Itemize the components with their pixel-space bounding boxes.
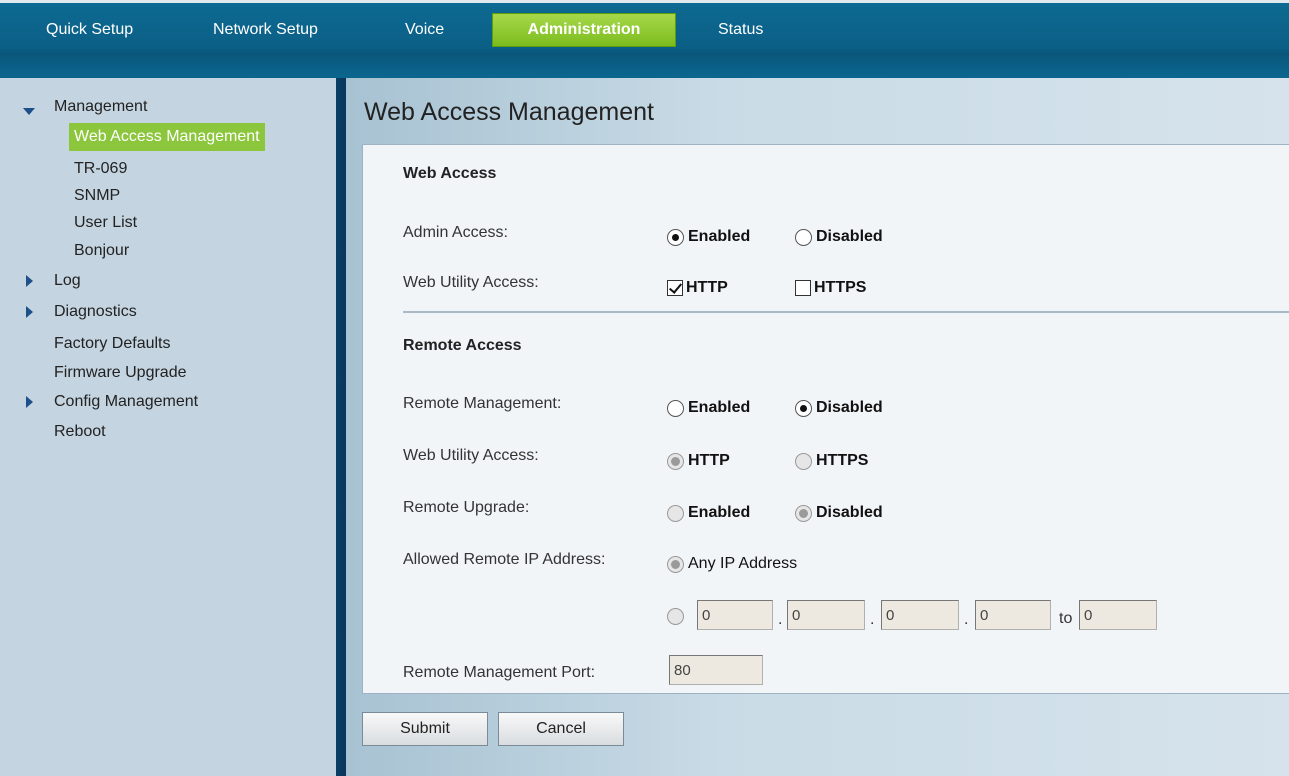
- ip-dot: .: [778, 611, 783, 628]
- radio-disabled-icon[interactable]: [667, 608, 684, 625]
- ip-octet-1-input[interactable]: [697, 600, 773, 630]
- radio-label: Disabled: [816, 228, 883, 245]
- remote-upgrade-label: Remote Upgrade:: [403, 499, 530, 516]
- section-title-web-access: Web Access: [403, 165, 497, 182]
- sidebar-item-bonjour[interactable]: Bonjour: [74, 240, 129, 262]
- sidebar-item-diagnostics[interactable]: Diagnostics: [54, 301, 137, 323]
- main-content: Web Access Management Web Access Admin A…: [346, 78, 1289, 776]
- remote-web-utility-access-label: Web Utility Access:: [403, 447, 539, 464]
- ip-octet-4-input[interactable]: [975, 600, 1051, 630]
- sidebar-item-snmp[interactable]: SNMP: [74, 185, 120, 207]
- remote-management-port-label: Remote Management Port:: [403, 664, 596, 681]
- any-ip-address-radio[interactable]: Any IP Address: [667, 555, 797, 573]
- ip-dot: .: [870, 611, 875, 628]
- allowed-remote-ip-label: Allowed Remote IP Address:: [403, 551, 606, 568]
- remote-upgrade-enabled-radio[interactable]: Enabled: [667, 504, 750, 522]
- nav-administration[interactable]: Administration: [492, 13, 676, 47]
- collapsed-arrow-icon[interactable]: [26, 306, 33, 318]
- expanded-arrow-icon[interactable]: [23, 108, 35, 115]
- radio-label: Enabled: [688, 504, 751, 521]
- sidebar-item-reboot[interactable]: Reboot: [54, 421, 106, 443]
- cancel-button[interactable]: Cancel: [498, 712, 624, 746]
- https-checkbox[interactable]: HTTPS: [795, 279, 866, 297]
- ip-range-to-label: to: [1059, 610, 1073, 627]
- sidebar-item-log[interactable]: Log: [54, 270, 81, 292]
- remote-upgrade-disabled-radio[interactable]: Disabled: [795, 504, 883, 522]
- sidebar-item-web-access-management[interactable]: Web Access Management: [69, 123, 265, 151]
- radio-disabled-icon[interactable]: [795, 452, 812, 470]
- sidebar-item-config-management[interactable]: Config Management: [54, 391, 198, 413]
- section-title-remote-access: Remote Access: [403, 337, 522, 354]
- checkbox-label: HTTP: [686, 279, 728, 296]
- radio-label: Disabled: [816, 504, 883, 521]
- sidebar: Management Web Access Management TR-069 …: [0, 78, 336, 776]
- radio-disabled-selected-icon[interactable]: [667, 555, 684, 573]
- sidebar-item-tr-069[interactable]: TR-069: [74, 158, 127, 180]
- admin-access-label: Admin Access:: [403, 224, 508, 241]
- radio-unselected-icon[interactable]: [667, 399, 684, 417]
- radio-disabled-selected-icon[interactable]: [795, 504, 812, 522]
- sidebar-item-factory-defaults[interactable]: Factory Defaults: [54, 333, 170, 355]
- radio-disabled-icon[interactable]: [667, 504, 684, 522]
- radio-unselected-icon[interactable]: [795, 228, 812, 246]
- sidebar-item-user-list[interactable]: User List: [74, 212, 137, 234]
- ip-range-end-input[interactable]: [1079, 600, 1157, 630]
- radio-label: HTTP: [688, 452, 730, 469]
- nav-quick-setup[interactable]: Quick Setup: [36, 13, 143, 47]
- remote-management-disabled-radio[interactable]: Disabled: [795, 399, 883, 417]
- radio-selected-icon[interactable]: [667, 228, 684, 246]
- remote-https-radio[interactable]: HTTPS: [795, 452, 868, 470]
- ip-octet-3-input[interactable]: [881, 600, 959, 630]
- nav-status[interactable]: Status: [708, 13, 773, 47]
- collapsed-arrow-icon[interactable]: [26, 396, 33, 408]
- sidebar-item-management[interactable]: Management: [54, 96, 147, 118]
- ip-dot: .: [964, 611, 969, 628]
- settings-panel: Web Access Admin Access: Enabled Disable…: [362, 144, 1289, 694]
- radio-label: Any IP Address: [688, 555, 798, 572]
- sidebar-item-firmware-upgrade[interactable]: Firmware Upgrade: [54, 362, 186, 384]
- radio-label: Disabled: [816, 399, 883, 416]
- radio-label: Enabled: [688, 399, 751, 416]
- page-title: Web Access Management: [364, 98, 654, 126]
- remote-management-enabled-radio[interactable]: Enabled: [667, 399, 750, 417]
- radio-disabled-selected-icon[interactable]: [667, 452, 684, 470]
- nav-voice[interactable]: Voice: [395, 13, 454, 47]
- top-nav-strip: [0, 55, 1289, 79]
- section-divider: [403, 311, 1289, 313]
- web-utility-access-label: Web Utility Access:: [403, 274, 539, 291]
- submit-button[interactable]: Submit: [362, 712, 488, 746]
- collapsed-arrow-icon[interactable]: [26, 275, 33, 287]
- admin-access-disabled-radio[interactable]: Disabled: [795, 228, 883, 246]
- admin-access-enabled-radio[interactable]: Enabled: [667, 228, 750, 246]
- checkbox-checked-icon[interactable]: [667, 280, 683, 296]
- radio-label: HTTPS: [816, 452, 869, 469]
- remote-management-port-input[interactable]: [669, 655, 763, 685]
- checkbox-unchecked-icon[interactable]: [795, 280, 811, 296]
- remote-http-radio[interactable]: HTTP: [667, 452, 730, 470]
- sidebar-divider: [336, 78, 346, 776]
- checkbox-label: HTTPS: [814, 279, 867, 296]
- remote-management-label: Remote Management:: [403, 395, 562, 412]
- ip-octet-2-input[interactable]: [787, 600, 865, 630]
- top-nav-bar: Quick Setup Network Setup Voice Administ…: [0, 0, 1289, 79]
- ip-range-radio[interactable]: [667, 608, 688, 625]
- nav-network-setup[interactable]: Network Setup: [203, 13, 328, 47]
- radio-label: Enabled: [688, 228, 751, 245]
- http-checkbox[interactable]: HTTP: [667, 279, 728, 297]
- radio-selected-icon[interactable]: [795, 399, 812, 417]
